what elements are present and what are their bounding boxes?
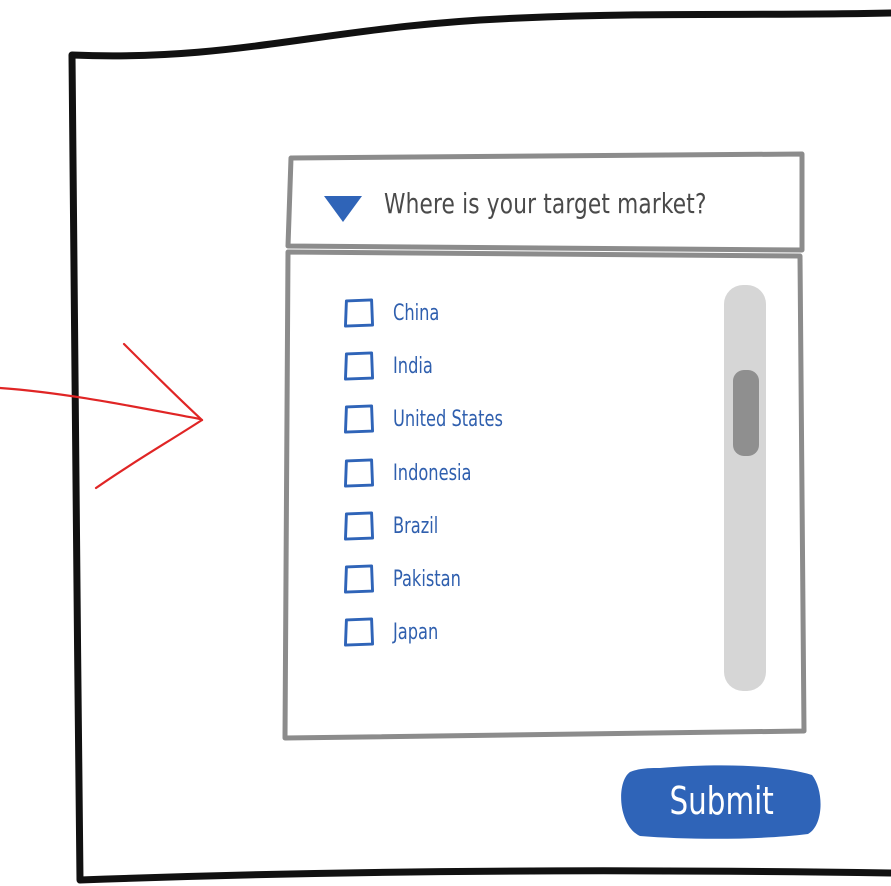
- option-label: Indonesia: [393, 460, 472, 486]
- wireframe-canvas: Where is your target market? China India U…: [0, 0, 891, 886]
- country-option[interactable]: India: [343, 348, 442, 384]
- outer-frame: [68, 9, 891, 884]
- option-label: Japan: [393, 619, 439, 645]
- sketch-layer: [0, 9, 891, 884]
- country-option[interactable]: China: [343, 295, 450, 331]
- country-option[interactable]: Indonesia: [343, 455, 489, 491]
- country-option[interactable]: Japan: [343, 614, 448, 650]
- option-label: China: [393, 300, 440, 326]
- submit-button[interactable]: Submit: [624, 770, 820, 834]
- submit-label: Submit: [669, 779, 775, 823]
- dropdown-question: Where is your target market?: [384, 187, 707, 220]
- scrollbar-track[interactable]: [724, 285, 766, 691]
- checkbox[interactable]: [343, 458, 375, 488]
- checkbox[interactable]: [343, 511, 375, 541]
- country-option[interactable]: Pakistan: [343, 561, 476, 597]
- option-label: United States: [393, 406, 503, 432]
- option-label: Pakistan: [393, 566, 461, 592]
- scrollbar-thumb[interactable]: [733, 370, 759, 456]
- option-label: Brazil: [393, 513, 439, 539]
- arrow-right-icon: [0, 342, 204, 490]
- checkbox[interactable]: [343, 564, 375, 594]
- country-option[interactable]: Brazil: [343, 508, 448, 544]
- country-option[interactable]: United States: [343, 401, 527, 437]
- option-label: India: [393, 353, 433, 379]
- checkbox[interactable]: [343, 617, 375, 647]
- checkbox[interactable]: [343, 351, 375, 381]
- checkbox[interactable]: [343, 298, 375, 328]
- checkbox[interactable]: [343, 404, 375, 434]
